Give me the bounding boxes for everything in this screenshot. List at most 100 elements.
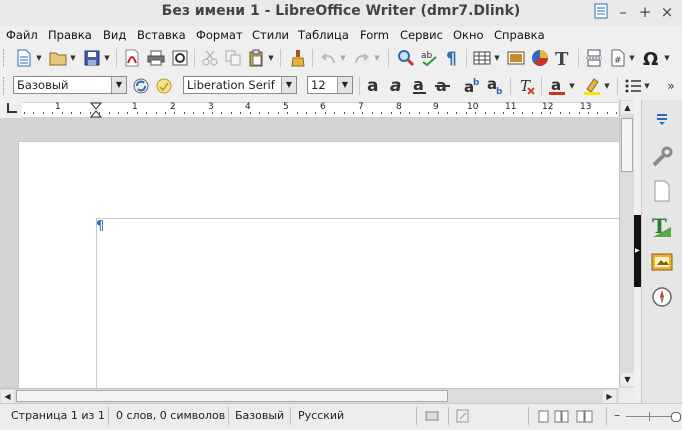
underline-icon[interactable]: a — [410, 76, 430, 96]
page-style[interactable]: Базовый — [235, 409, 284, 422]
scroll-right-icon[interactable]: ▶ — [603, 390, 616, 403]
insert-table-icon[interactable] — [472, 48, 492, 68]
tab-stop-type-icon[interactable] — [7, 103, 17, 113]
menu-view[interactable]: Вид — [103, 28, 126, 42]
clone-formatting-icon[interactable] — [288, 48, 308, 68]
zoom-out-icon[interactable]: – — [614, 408, 620, 422]
special-character-dropdown-icon[interactable]: ▼ — [663, 48, 671, 68]
export-pdf-icon[interactable] — [122, 48, 142, 68]
gallery-icon[interactable] — [648, 248, 676, 274]
strikethrough-icon[interactable]: a — [433, 76, 453, 96]
menu-format[interactable]: Формат — [196, 28, 243, 42]
font-size-select[interactable]: 12 ▼ — [307, 76, 353, 94]
sidebar-collapse-handle[interactable]: ▶ — [634, 215, 641, 287]
font-color-dropdown-icon[interactable]: ▼ — [568, 76, 576, 96]
find-replace-icon[interactable] — [396, 48, 416, 68]
new-document-icon[interactable] — [14, 48, 34, 68]
undo-dropdown-icon[interactable]: ▼ — [339, 48, 347, 68]
menu-tools[interactable]: Сервис — [400, 28, 443, 42]
update-style-icon[interactable] — [131, 76, 151, 96]
menu-help[interactable]: Справка — [494, 28, 545, 42]
insert-image-icon[interactable] — [506, 48, 526, 68]
formatting-marks-icon[interactable]: ¶ — [442, 48, 462, 68]
vertical-scroll-thumb[interactable] — [621, 118, 633, 172]
paste-dropdown-icon[interactable]: ▼ — [267, 48, 275, 68]
multi-page-view-icon[interactable] — [554, 410, 570, 426]
window-menu-icon[interactable] — [592, 3, 610, 21]
menu-styles[interactable]: Стили — [252, 28, 289, 42]
sidebar-menu-icon[interactable] — [648, 106, 676, 132]
scroll-left-icon[interactable]: ◀ — [1, 390, 14, 403]
scroll-down-icon[interactable]: ▼ — [621, 373, 634, 386]
menu-window[interactable]: Окно — [453, 28, 484, 42]
print-icon[interactable] — [146, 48, 166, 68]
open-dropdown-icon[interactable]: ▼ — [69, 48, 77, 68]
navigator-icon[interactable] — [648, 284, 676, 310]
highlighting-dropdown-icon[interactable]: ▼ — [603, 76, 611, 96]
new-style-icon[interactable] — [154, 76, 174, 96]
subscript-icon[interactable]: ab — [485, 76, 505, 96]
save-icon[interactable] — [82, 48, 102, 68]
insert-special-character-icon[interactable]: Ω — [641, 48, 661, 68]
menu-table[interactable]: Таблица — [298, 28, 349, 42]
minimize-icon[interactable]: – — [614, 3, 632, 21]
zoom-slider-track[interactable] — [626, 416, 674, 417]
horizontal-scroll-thumb[interactable] — [16, 390, 448, 402]
document-workspace[interactable] — [0, 118, 619, 388]
table-dropdown-icon[interactable]: ▼ — [493, 48, 501, 68]
horizontal-ruler[interactable]: 1 1 2 3 4 5 6 7 8 9 10 11 12 13 — [0, 100, 640, 118]
font-color-icon[interactable]: a — [547, 76, 567, 96]
insert-field-icon[interactable]: # — [608, 48, 628, 68]
insert-page-break-icon[interactable] — [584, 48, 604, 68]
chevron-down-icon[interactable]: ▼ — [337, 77, 352, 93]
close-icon[interactable]: × — [658, 3, 676, 21]
toolbar-grip[interactable] — [3, 49, 7, 67]
scroll-up-icon[interactable]: ▲ — [621, 101, 634, 114]
field-dropdown-icon[interactable]: ▼ — [628, 48, 636, 68]
menu-insert[interactable]: Вставка — [137, 28, 186, 42]
paste-icon[interactable] — [246, 48, 266, 68]
page-count[interactable]: Страница 1 из 1 — [11, 409, 105, 422]
menu-file[interactable]: Файл — [6, 28, 38, 42]
menu-edit[interactable]: Правка — [48, 28, 92, 42]
redo-dropdown-icon[interactable]: ▼ — [373, 48, 381, 68]
chevron-down-icon[interactable]: ▼ — [281, 77, 296, 93]
vertical-scrollbar[interactable]: ▲ ▼ — [619, 100, 635, 388]
word-count[interactable]: 0 слов, 0 символов — [116, 409, 225, 422]
clear-formatting-icon[interactable]: T — [517, 76, 537, 96]
book-view-icon[interactable] — [576, 410, 594, 426]
spelling-icon[interactable]: ab — [419, 48, 439, 68]
toolbar-grip[interactable] — [3, 77, 7, 95]
insert-mode-icon[interactable] — [425, 410, 439, 425]
document-modified-icon[interactable] — [456, 409, 470, 426]
italic-icon[interactable]: a — [387, 76, 407, 96]
print-preview-icon[interactable] — [170, 48, 190, 68]
document-page[interactable] — [18, 141, 619, 388]
redo-icon[interactable] — [352, 48, 372, 68]
cut-icon[interactable] — [200, 48, 220, 68]
font-name-select[interactable]: Liberation Serif ▼ — [183, 76, 297, 94]
insert-chart-icon[interactable] — [530, 48, 550, 68]
maximize-icon[interactable]: + — [636, 3, 654, 21]
highlighting-icon[interactable] — [582, 76, 602, 96]
list-icon[interactable] — [623, 76, 643, 96]
paragraph-style-select[interactable]: Базовый ▼ — [13, 76, 127, 94]
sidebar-divider[interactable]: ▶ — [634, 100, 641, 403]
superscript-icon[interactable]: ab — [462, 76, 482, 96]
list-dropdown-icon[interactable]: ▼ — [643, 76, 651, 96]
chevron-down-icon[interactable]: ▼ — [111, 77, 126, 93]
zoom-slider-thumb[interactable] — [671, 412, 681, 422]
properties-icon[interactable] — [648, 144, 676, 170]
undo-icon[interactable] — [318, 48, 338, 68]
horizontal-scrollbar[interactable]: ◀ ▶ — [0, 388, 619, 404]
page-icon[interactable] — [648, 178, 676, 204]
styles-icon[interactable]: T — [648, 214, 676, 240]
menu-form[interactable]: Form — [360, 28, 389, 42]
new-dropdown-icon[interactable]: ▼ — [35, 48, 43, 68]
open-folder-icon[interactable] — [48, 48, 68, 68]
toolbar-overflow-icon[interactable]: » — [664, 76, 678, 96]
save-dropdown-icon[interactable]: ▼ — [103, 48, 111, 68]
copy-icon[interactable] — [223, 48, 243, 68]
text-language[interactable]: Русский — [298, 409, 344, 422]
insert-text-box-icon[interactable]: T — [553, 48, 573, 68]
